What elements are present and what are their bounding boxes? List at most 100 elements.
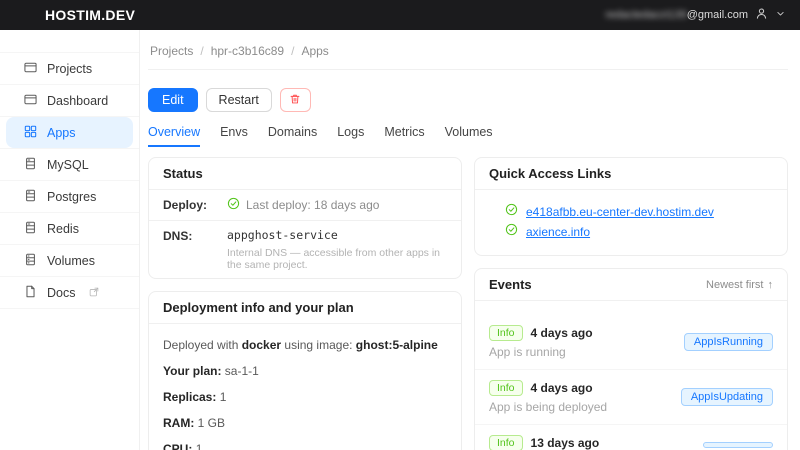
breadcrumb-project-id[interactable]: hpr-c3b16c89: [211, 44, 284, 58]
quick-access-title: Quick Access Links: [475, 158, 787, 190]
window-icon: [24, 93, 37, 109]
apps-grid-icon: [24, 125, 37, 141]
breadcrumb-apps[interactable]: Apps: [301, 44, 328, 58]
account-email-redacted: redactedacct139: [605, 9, 687, 21]
event-level-tag: Info: [489, 325, 523, 341]
tab-envs[interactable]: Envs: [220, 125, 248, 147]
topbar: HOSTIM.DEV redactedacct139@gmail.com: [0, 0, 800, 30]
check-circle-icon: [227, 197, 240, 213]
events-sort-toggle[interactable]: Newest first ↑: [706, 279, 773, 291]
deploy-value-text: Last deploy: 18 days ago: [246, 198, 380, 212]
check-circle-icon: [505, 202, 518, 222]
account-email: redactedacct139@gmail.com: [605, 9, 748, 21]
deploy-value: Last deploy: 18 days ago: [227, 197, 379, 213]
event-level-tag: Info: [489, 380, 523, 396]
restart-button[interactable]: Restart: [205, 88, 272, 112]
breadcrumb-separator: /: [200, 44, 204, 58]
database-icon: [24, 189, 37, 205]
account-menu[interactable]: redactedacct139@gmail.com: [605, 7, 786, 23]
sidebar-item-mysql[interactable]: MySQL: [0, 149, 139, 181]
sidebar-item-label: Projects: [47, 61, 93, 76]
event-status-badge: AppIsUpdating: [680, 388, 773, 406]
external-link-icon: [89, 286, 99, 300]
deployed-with-line: Deployed with docker using image: ghost:…: [163, 338, 447, 353]
sidebar-item-docs[interactable]: Docs: [0, 277, 139, 309]
sort-label: Newest first: [706, 278, 764, 291]
event-time: 13 days ago: [530, 436, 600, 450]
tab-domains[interactable]: Domains: [268, 125, 317, 147]
status-card: Status Deploy: Last deploy: 18 days ago …: [148, 157, 462, 279]
ram-label: RAM:: [163, 416, 195, 430]
deployment-card-title: Deployment info and your plan: [149, 292, 461, 324]
deploy-method: docker: [241, 338, 282, 352]
events-card-header: Events Newest first ↑: [475, 269, 787, 301]
tab-logs[interactable]: Logs: [337, 125, 364, 147]
event-row: Info 4 days ago App is running AppIsRunn…: [475, 315, 787, 369]
sidebar-item-projects[interactable]: Projects: [0, 53, 139, 85]
quick-access-card: Quick Access Links e418afbb.eu-center-de…: [474, 157, 788, 256]
deployment-card-body: Deployed with docker using image: ghost:…: [149, 324, 461, 450]
document-icon: [24, 285, 37, 301]
cpu-label: CPU:: [163, 442, 193, 450]
delete-button[interactable]: [279, 88, 311, 112]
trash-icon: [289, 93, 301, 108]
dns-label: DNS:: [163, 229, 193, 243]
database-icon: [24, 221, 37, 237]
tab-bar: Overview Envs Domains Logs Metrics Volum…: [148, 125, 788, 147]
quick-access-body: e418afbb.eu-center-dev.hostim.dev axienc…: [475, 190, 787, 255]
sidebar-item-label: Volumes: [47, 253, 95, 268]
tab-volumes[interactable]: Volumes: [445, 125, 493, 147]
sidebar-item-dashboard[interactable]: Dashboard: [0, 85, 139, 117]
event-row: Info 13 days ago: [475, 424, 787, 450]
sidebar-item-apps[interactable]: Apps: [0, 117, 139, 149]
left-column: Status Deploy: Last deploy: 18 days ago …: [148, 157, 462, 450]
event-level-tag: Info: [489, 435, 523, 450]
plan-label: Your plan:: [163, 364, 222, 378]
sidebar-item-label: Docs: [47, 285, 76, 300]
event-content: Info 4 days ago App is being deployed: [489, 380, 681, 414]
breadcrumb-projects[interactable]: Projects: [150, 44, 193, 58]
deploy-image: ghost:5-alpine: [355, 338, 438, 352]
sidebar-item-label: Apps: [47, 125, 76, 140]
deploy-status-row: Deploy: Last deploy: 18 days ago: [149, 190, 461, 220]
dns-status-row: DNS: appghost-service Internal DNS — acc…: [149, 220, 461, 278]
app-logo: HOSTIM.DEV: [45, 7, 136, 23]
breadcrumb-separator: /: [291, 44, 295, 58]
volumes-icon: [24, 253, 37, 269]
events-title: Events: [489, 277, 532, 292]
deployment-card: Deployment info and your plan Deployed w…: [148, 291, 462, 450]
event-time: 4 days ago: [530, 326, 593, 340]
deploy-line-text: using image:: [281, 338, 356, 352]
app-url-link[interactable]: e418afbb.eu-center-dev.hostim.dev: [526, 202, 714, 222]
sidebar-item-volumes[interactable]: Volumes: [0, 245, 139, 277]
deploy-line-text: Deployed with: [163, 338, 242, 352]
check-circle-icon: [505, 222, 518, 242]
plan-value: sa-1-1: [224, 364, 259, 378]
sidebar-item-postgres[interactable]: Postgres: [0, 181, 139, 213]
sidebar-item-redis[interactable]: Redis: [0, 213, 139, 245]
custom-domain-link[interactable]: axience.info: [526, 222, 590, 242]
tab-overview[interactable]: Overview: [148, 125, 200, 147]
event-time: 4 days ago: [530, 381, 593, 395]
edit-button[interactable]: Edit: [148, 88, 198, 112]
ram-row: RAM: 1 GB: [163, 416, 447, 431]
ram-value: 1 GB: [197, 416, 226, 430]
sidebar-item-label: Dashboard: [47, 93, 109, 108]
replicas-label: Replicas:: [163, 390, 217, 404]
deploy-label: Deploy:: [163, 198, 208, 212]
dns-value: appghost-service: [227, 228, 338, 242]
database-icon: [24, 157, 37, 173]
event-status-badge: AppIsRunning: [683, 333, 773, 351]
event-row: Info 4 days ago App is being deployed Ap…: [475, 369, 787, 424]
app-actions: Edit Restart: [148, 88, 788, 112]
cpu-value: 1: [195, 442, 203, 450]
plan-row: Your plan: sa-1-1: [163, 364, 447, 379]
tab-metrics[interactable]: Metrics: [384, 125, 424, 147]
account-email-domain: @gmail.com: [686, 9, 748, 21]
event-content: Info 4 days ago App is running: [489, 325, 684, 359]
replicas-row: Replicas: 1: [163, 390, 447, 405]
dns-note: Internal DNS — accessible from other app…: [227, 247, 441, 271]
event-status-badge: [703, 442, 773, 448]
quick-access-row: e418afbb.eu-center-dev.hostim.dev: [505, 202, 773, 222]
breadcrumb: Projects / hpr-c3b16c89 / Apps: [148, 30, 788, 70]
